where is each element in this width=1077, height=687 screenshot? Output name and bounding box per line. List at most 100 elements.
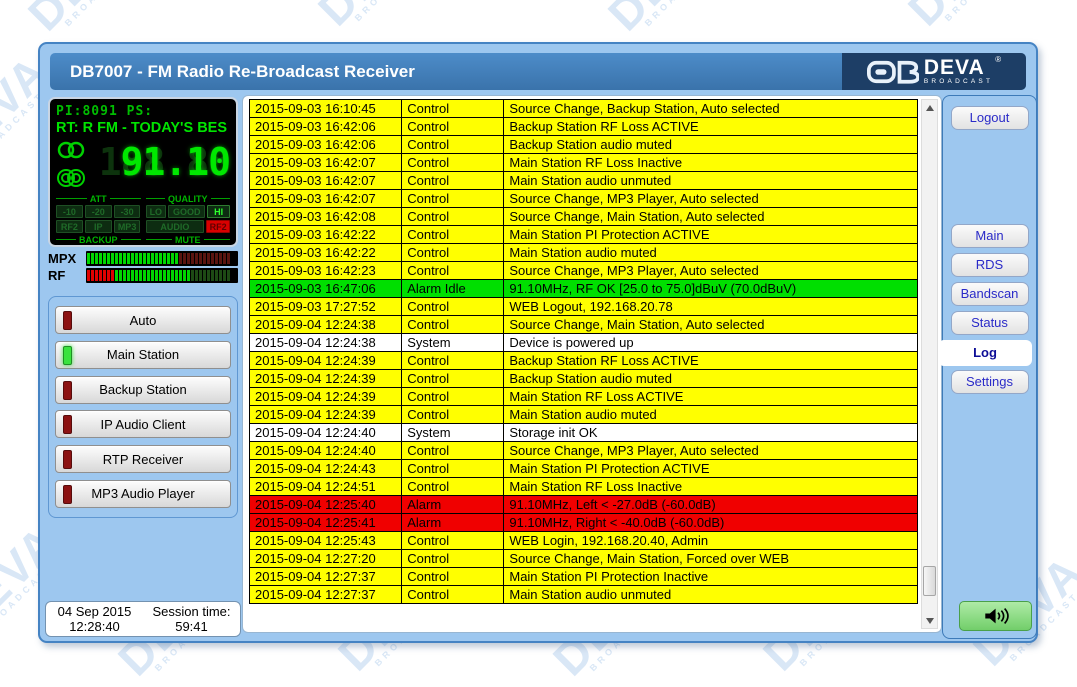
log-row: 2015-09-04 12:24:39ControlMain Station a… (250, 406, 918, 424)
log-row: 2015-09-03 16:42:07ControlMain Station a… (250, 172, 918, 190)
log-row-type: Control (402, 586, 504, 604)
log-row-type: Control (402, 316, 504, 334)
tab-log[interactable]: Log (938, 340, 1032, 366)
log-row-timestamp: 2015-09-03 16:42:07 (250, 190, 402, 208)
source-button-auto[interactable]: Auto (55, 306, 231, 334)
db-logo-icon (867, 59, 919, 85)
left-column: PI:8091 PS: RT: R FM - TODAY'S BES (48, 97, 238, 637)
led-indicator-on (63, 346, 72, 365)
log-row-message: Main Station PI Protection Inactive (504, 568, 918, 586)
led-indicator-off (63, 485, 72, 504)
log-row-type: Control (402, 442, 504, 460)
scrollbar-thumb[interactable] (923, 566, 936, 596)
log-row-type: Control (402, 136, 504, 154)
rds-loop-icon (56, 168, 86, 188)
log-row-timestamp: 2015-09-04 12:24:38 (250, 334, 402, 352)
log-table: 2015-09-03 16:10:45ControlSource Change,… (249, 99, 918, 604)
tab-settings[interactable]: Settings (951, 370, 1029, 394)
source-button-backup-station[interactable]: Backup Station (55, 376, 231, 404)
log-row-message: Storage init OK (504, 424, 918, 442)
stereo-icon (56, 140, 86, 160)
frequency-display: 188.88 91.10 (90, 138, 230, 190)
log-row-message: Main Station RF Loss Inactive (504, 154, 918, 172)
log-row-timestamp: 2015-09-04 12:25:41 (250, 514, 402, 532)
led-indicator-off (63, 415, 72, 434)
scrollbar-down-arrow[interactable] (922, 613, 937, 628)
log-row-timestamp: 2015-09-04 12:24:39 (250, 388, 402, 406)
log-scrollbar[interactable] (921, 99, 938, 629)
lcd-indicator-att-20: -20 (85, 205, 112, 218)
log-row: 2015-09-04 12:24:39ControlBackup Station… (250, 352, 918, 370)
lcd-indicator-quality-hi: HI (207, 205, 230, 218)
log-row: 2015-09-04 12:24:38SystemDevice is power… (250, 334, 918, 352)
log-row-timestamp: 2015-09-03 16:42:23 (250, 262, 402, 280)
tab-status[interactable]: Status (951, 311, 1029, 335)
log-row-message: Main Station audio muted (504, 244, 918, 262)
source-button-rtp-receiver[interactable]: RTP Receiver (55, 445, 231, 473)
log-row-message: Source Change, Main Station, Auto select… (504, 208, 918, 226)
source-button-main-station[interactable]: Main Station (55, 341, 231, 369)
log-row: 2015-09-03 16:42:06ControlBackup Station… (250, 118, 918, 136)
log-row-timestamp: 2015-09-04 12:27:37 (250, 586, 402, 604)
log-row-message: Source Change, Main Station, Forced over… (504, 550, 918, 568)
log-row-message: Main Station audio unmuted (504, 172, 918, 190)
lcd-indicator-backup-ip: IP (85, 220, 112, 233)
log-row: 2015-09-04 12:24:40ControlSource Change,… (250, 442, 918, 460)
log-row-type: Control (402, 298, 504, 316)
log-row-type: Control (402, 154, 504, 172)
source-button-ip-audio-client[interactable]: IP Audio Client (55, 410, 231, 438)
log-row-timestamp: 2015-09-04 12:24:51 (250, 478, 402, 496)
lcd-indicator-att-30: -30 (114, 205, 141, 218)
log-row: 2015-09-04 12:25:41Alarm91.10MHz, Right … (250, 514, 918, 532)
log-row-message: 91.10MHz, Left < -27.0dB (-60.0dB) (504, 496, 918, 514)
log-row-type: Control (402, 370, 504, 388)
log-row-timestamp: 2015-09-03 16:42:08 (250, 208, 402, 226)
meter-bar (86, 268, 238, 283)
log-row: 2015-09-03 16:42:07ControlSource Change,… (250, 190, 918, 208)
logo-brand-text: DEVA (924, 58, 993, 78)
log-row-type: Control (402, 460, 504, 478)
source-button-label: MP3 Audio Player (91, 486, 194, 501)
audio-listen-button[interactable] (959, 601, 1032, 631)
log-row-type: Control (402, 388, 504, 406)
log-row-message: Backup Station audio muted (504, 370, 918, 388)
scrollbar-up-arrow[interactable] (922, 100, 937, 115)
log-row-timestamp: 2015-09-03 16:42:22 (250, 226, 402, 244)
log-row-type: Alarm (402, 496, 504, 514)
led-indicator-off (63, 381, 72, 400)
lcd-group-label-att: ATT (56, 194, 141, 203)
log-row: 2015-09-03 16:42:22ControlMain Station a… (250, 244, 918, 262)
meter-label: RF (48, 268, 86, 283)
log-row: 2015-09-04 12:27:37ControlMain Station a… (250, 586, 918, 604)
watermark-logo: DEVABROADCAST (903, 0, 1030, 37)
source-button-mp3-audio-player[interactable]: MP3 Audio Player (55, 480, 231, 508)
log-row-message: Main Station PI Protection ACTIVE (504, 460, 918, 478)
log-row-timestamp: 2015-09-03 17:27:52 (250, 298, 402, 316)
logout-button[interactable]: Logout (951, 106, 1029, 130)
log-row: 2015-09-04 12:25:43ControlWEB Login, 192… (250, 532, 918, 550)
log-row-timestamp: 2015-09-04 12:24:39 (250, 370, 402, 388)
lcd-indicator-mute-rf2: RF2 (206, 220, 230, 233)
tab-main[interactable]: Main (951, 224, 1029, 248)
log-row: 2015-09-03 16:47:06Alarm Idle91.10MHz, R… (250, 280, 918, 298)
log-row-message: Backup Station RF Loss ACTIVE (504, 352, 918, 370)
log-row-message: 91.10MHz, Right < -40.0dB (-60.0dB) (504, 514, 918, 532)
lcd-indicator-mute-audio: AUDIO (146, 220, 205, 233)
tab-rds[interactable]: RDS (951, 253, 1029, 277)
log-row-timestamp: 2015-09-03 16:42:06 (250, 118, 402, 136)
log-row: 2015-09-03 16:42:22ControlMain Station P… (250, 226, 918, 244)
tab-bandscan[interactable]: Bandscan (951, 282, 1029, 306)
log-row: 2015-09-03 16:10:45ControlSource Change,… (250, 100, 918, 118)
source-button-label: RTP Receiver (103, 452, 183, 467)
log-row-message: WEB Login, 192.168.20.40, Admin (504, 532, 918, 550)
header-bar: DB7007 - FM Radio Re-Broadcast Receiver … (50, 53, 1026, 90)
logo-sub-text: BROADCAST (924, 78, 993, 85)
log-row-timestamp: 2015-09-03 16:47:06 (250, 280, 402, 298)
log-row-message: Device is powered up (504, 334, 918, 352)
log-row-type: Control (402, 532, 504, 550)
log-row: 2015-09-03 16:42:07ControlMain Station R… (250, 154, 918, 172)
log-row-timestamp: 2015-09-04 12:24:39 (250, 352, 402, 370)
log-row-message: WEB Logout, 192.168.20.78 (504, 298, 918, 316)
log-row-type: Control (402, 190, 504, 208)
log-row-type: Control (402, 244, 504, 262)
